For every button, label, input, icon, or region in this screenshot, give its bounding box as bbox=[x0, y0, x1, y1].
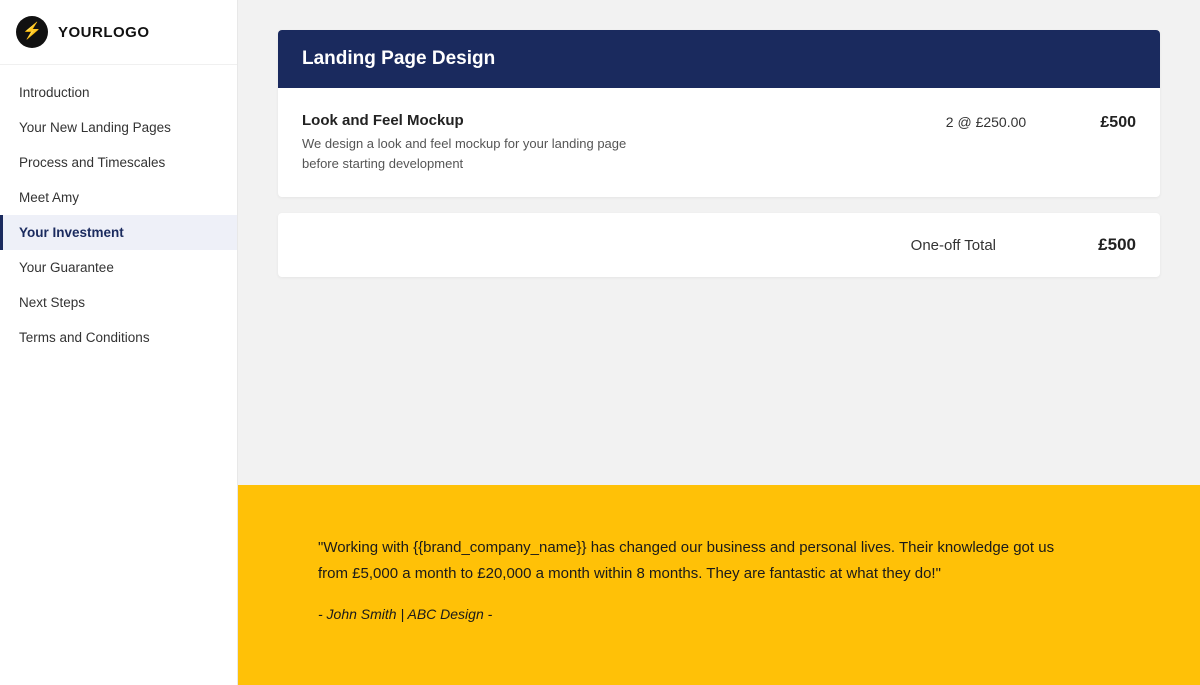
content-area: Landing Page Design Look and Feel Mockup… bbox=[238, 0, 1200, 485]
sidebar-item-your-new-landing-pages[interactable]: Your New Landing Pages bbox=[0, 110, 237, 145]
card-header-title: Landing Page Design bbox=[302, 48, 495, 69]
logo-area: ⚡ YOURLOGO bbox=[0, 0, 237, 65]
sidebar-item-your-guarantee[interactable]: Your Guarantee bbox=[0, 250, 237, 285]
testimonial-author: - John Smith | ABC Design - bbox=[318, 606, 1120, 622]
sidebar: ⚡ YOURLOGO IntroductionYour New Landing … bbox=[0, 0, 238, 685]
sidebar-nav: IntroductionYour New Landing PagesProces… bbox=[0, 65, 237, 355]
sidebar-item-next-steps[interactable]: Next Steps bbox=[0, 285, 237, 320]
card-header: Landing Page Design bbox=[278, 30, 1160, 88]
lightning-icon: ⚡ bbox=[22, 24, 42, 40]
total-value: £500 bbox=[1076, 235, 1136, 255]
sidebar-item-meet-amy[interactable]: Meet Amy bbox=[0, 180, 237, 215]
sidebar-item-introduction[interactable]: Introduction bbox=[0, 75, 237, 110]
line-item-sub: We design a look and feel mockup for you… bbox=[302, 134, 642, 173]
main-content: Landing Page Design Look and Feel Mockup… bbox=[238, 0, 1200, 685]
line-item-quantity: 2 @ £250.00 bbox=[916, 112, 1056, 130]
card-body: Look and Feel Mockup We design a look an… bbox=[278, 88, 1160, 197]
landing-page-design-card: Landing Page Design Look and Feel Mockup… bbox=[278, 30, 1160, 197]
sidebar-item-terms-and-conditions[interactable]: Terms and Conditions bbox=[0, 320, 237, 355]
total-card: One-off Total £500 bbox=[278, 213, 1160, 277]
sidebar-item-your-investment[interactable]: Your Investment bbox=[0, 215, 237, 250]
line-item-row: Look and Feel Mockup We design a look an… bbox=[302, 112, 1136, 173]
testimonial-quote: "Working with {{brand_company_name}} has… bbox=[318, 535, 1068, 586]
line-item-name: Look and Feel Mockup bbox=[302, 112, 916, 129]
total-label: One-off Total bbox=[911, 237, 996, 254]
line-item-price: £500 bbox=[1056, 112, 1136, 132]
testimonial-section: "Working with {{brand_company_name}} has… bbox=[238, 485, 1200, 685]
sidebar-item-process-and-timescales[interactable]: Process and Timescales bbox=[0, 145, 237, 180]
line-item-description: Look and Feel Mockup We design a look an… bbox=[302, 112, 916, 173]
logo-icon: ⚡ bbox=[16, 16, 48, 48]
logo-text: YOURLOGO bbox=[58, 24, 150, 41]
